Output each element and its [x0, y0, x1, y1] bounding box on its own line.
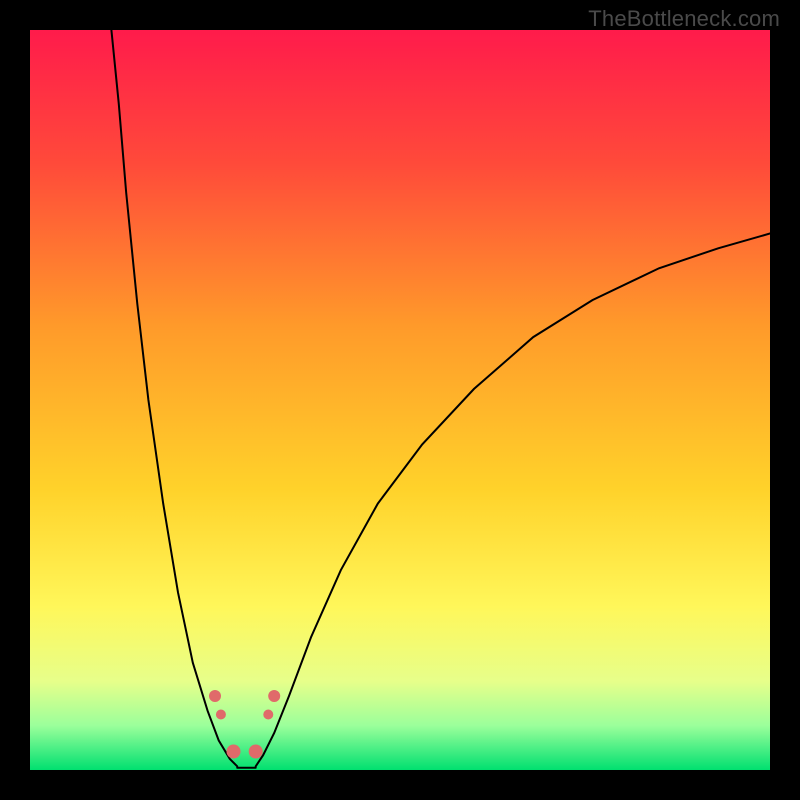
- marker-point: [209, 690, 221, 702]
- chart-frame: TheBottleneck.com: [0, 0, 800, 800]
- marker-point: [263, 710, 273, 720]
- marker-point: [249, 745, 263, 759]
- gradient-background: [30, 30, 770, 770]
- marker-point: [216, 710, 226, 720]
- marker-point: [227, 745, 241, 759]
- marker-point: [268, 690, 280, 702]
- watermark-text: TheBottleneck.com: [588, 6, 780, 32]
- chart-plot: [30, 30, 770, 770]
